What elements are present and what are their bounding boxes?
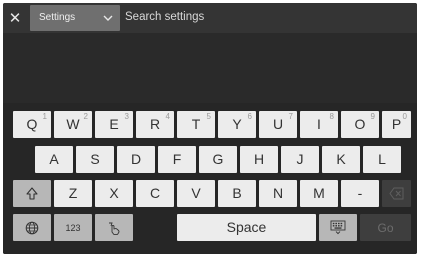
key-v[interactable]: V <box>177 180 215 207</box>
key-i[interactable]: I8 <box>300 111 338 138</box>
chevron-down-icon <box>103 15 113 21</box>
key-g[interactable]: G <box>199 146 237 173</box>
globe-icon <box>25 221 39 235</box>
dropdown-label: Settings <box>39 12 76 23</box>
key-q[interactable]: Q1 <box>13 111 51 138</box>
language-key[interactable] <box>13 214 51 241</box>
key-m[interactable]: M <box>300 180 338 207</box>
top-bar: ✕ Settings Search settings <box>3 3 417 33</box>
key-h[interactable]: H <box>240 146 278 173</box>
key-f[interactable]: F <box>158 146 196 173</box>
shift-up-arrow-icon <box>26 187 38 200</box>
key-p[interactable]: P0 <box>382 111 411 138</box>
key-t[interactable]: T5 <box>177 111 215 138</box>
key-x[interactable]: X <box>95 180 133 207</box>
key-w[interactable]: W2 <box>54 111 92 138</box>
backspace-icon <box>389 187 404 200</box>
key-a[interactable]: A <box>35 146 73 173</box>
search-input[interactable]: Search settings <box>125 11 204 23</box>
key-k[interactable]: K <box>322 146 360 173</box>
space-key[interactable]: Space <box>177 214 316 241</box>
key-n[interactable]: N <box>259 180 297 207</box>
handwriting-key[interactable] <box>95 214 133 241</box>
key-z[interactable]: Z <box>54 180 92 207</box>
shift-key[interactable] <box>13 180 51 207</box>
device-frame: ✕ Settings Search settings Q1 W2 E3 R4 T… <box>3 3 417 254</box>
key-u[interactable]: U7 <box>259 111 297 138</box>
key-s[interactable]: S <box>76 146 114 173</box>
key-b[interactable]: B <box>218 180 256 207</box>
keyboard-settings-key[interactable] <box>319 214 357 241</box>
key-d[interactable]: D <box>117 146 155 173</box>
key-r[interactable]: R4 <box>136 111 174 138</box>
key-j[interactable]: J <box>281 146 319 173</box>
keyboard-icon <box>330 220 346 235</box>
key-l[interactable]: L <box>363 146 401 173</box>
backspace-key[interactable] <box>382 180 411 207</box>
close-icon[interactable]: ✕ <box>5 8 25 28</box>
key-e[interactable]: E3 <box>95 111 133 138</box>
on-screen-keyboard: Q1 W2 E3 R4 T5 Y6 U7 I8 O9 P0 A S D F G … <box>3 103 417 254</box>
go-button[interactable]: Go <box>360 214 411 241</box>
handwriting-icon <box>109 222 120 235</box>
key-o[interactable]: O9 <box>341 111 379 138</box>
key-y[interactable]: Y6 <box>218 111 256 138</box>
numbers-key[interactable]: 123 <box>54 214 92 241</box>
settings-dropdown[interactable]: Settings <box>30 5 120 31</box>
key-hyphen[interactable]: - <box>341 180 379 207</box>
key-c[interactable]: C <box>136 180 174 207</box>
